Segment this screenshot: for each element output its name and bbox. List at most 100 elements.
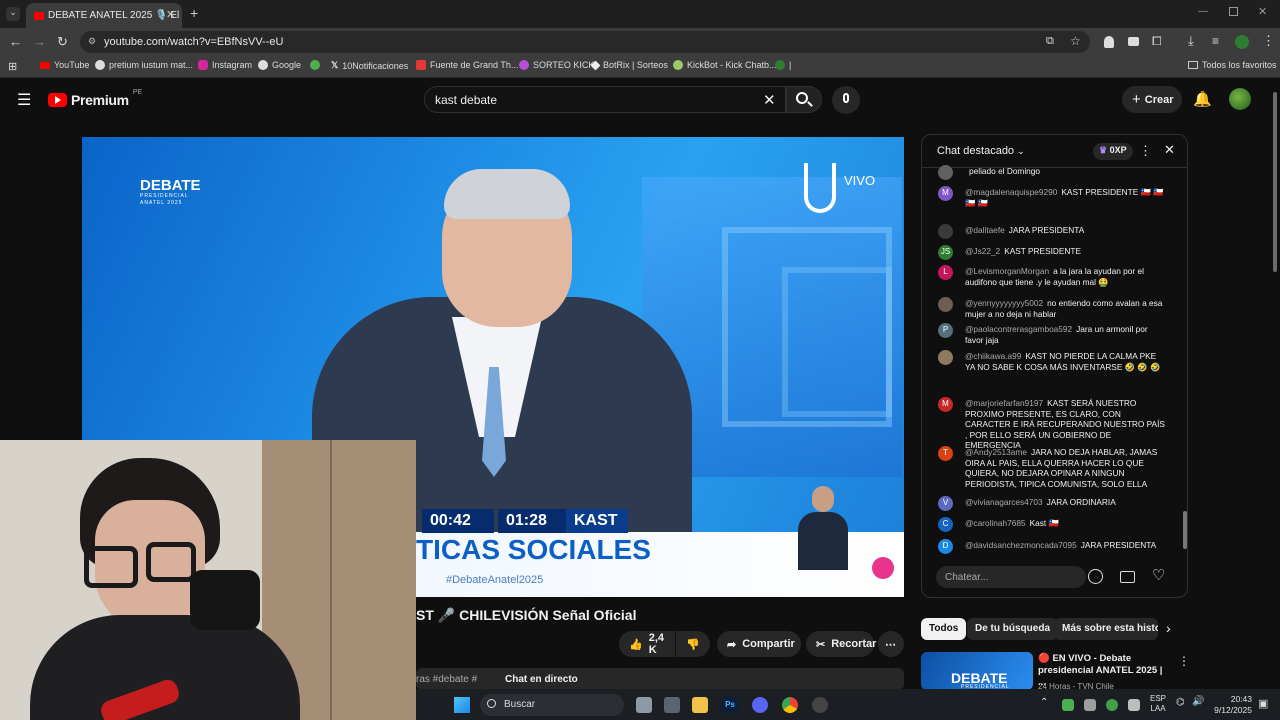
chat-avatar[interactable]	[938, 350, 953, 365]
chat-author[interactable]: @Andy2513ame	[965, 447, 1027, 457]
tab-search-button[interactable]: ⌄	[6, 7, 20, 21]
chat-message[interactable]: D @davidsanchezmoncada7095 JARA PRESIDENTA	[938, 539, 1168, 554]
browser-menu-icon[interactable]: ⋮	[1262, 33, 1275, 49]
chat-avatar[interactable]: M	[938, 397, 953, 412]
chat-avatar[interactable]	[938, 224, 953, 239]
restore-window-icon[interactable]	[1229, 7, 1238, 16]
chat-mode-dropdown[interactable]: Chat destacado ⌄	[937, 145, 1025, 157]
related-video-menu-icon[interactable]: ⋮	[1178, 654, 1190, 668]
apps-grid-icon[interactable]: ⊞	[8, 60, 17, 73]
more-actions-button[interactable]: ⋯	[878, 631, 904, 657]
app-icon[interactable]	[664, 697, 680, 713]
active-tab[interactable]: DEBATE ANATEL 2025 🎙️ El	[26, 3, 182, 28]
chat-message[interactable]: P @paolacontrerasgamboa592 Jara un armonil…	[938, 323, 1168, 345]
taskbar-search[interactable]: Buscar	[480, 694, 624, 716]
back-arrow-icon[interactable]: ←	[9, 34, 22, 49]
discord-icon[interactable]	[752, 697, 768, 713]
chat-avatar[interactable]: D	[938, 539, 953, 554]
clock[interactable]: 20:43 9/12/2025	[1214, 694, 1252, 716]
bookmark-item[interactable]: SORTEO KICK	[519, 60, 594, 70]
related-video-thumbnail[interactable]: DEBATE PRESIDENCIAL	[921, 652, 1033, 690]
tray-icon[interactable]	[1084, 699, 1096, 711]
chat-avatar[interactable]: C	[938, 517, 953, 532]
search-button[interactable]	[786, 86, 822, 113]
live-chat-replay-label[interactable]: Chat en directo	[505, 674, 578, 685]
chat-avatar[interactable]: L	[938, 265, 953, 280]
notification-center-icon[interactable]: ▣	[1258, 697, 1268, 710]
chat-input[interactable]: Chatear...	[936, 566, 1086, 588]
chat-author[interactable]: @yennyyyyyyyy5002	[965, 298, 1043, 308]
app-icon[interactable]	[812, 697, 828, 713]
close-chat-icon[interactable]: ✕	[1164, 142, 1175, 158]
emoji-icon[interactable]	[1088, 569, 1103, 584]
bookmark-item[interactable]: Instagram	[198, 60, 252, 70]
chat-message[interactable]: M @magdalenaquispe9290 KAST PRESIDENTE 🇨🇱 …	[938, 186, 1168, 208]
chat-author[interactable]: @LevismorganMorgan	[965, 266, 1049, 276]
chat-avatar[interactable]	[938, 297, 953, 312]
super-chat-icon[interactable]	[1120, 571, 1135, 583]
chat-author[interactable]: @Js22_2	[965, 246, 1000, 256]
chat-author[interactable]: @dalitaefe	[965, 225, 1005, 235]
volume-icon[interactable]: 🔊	[1192, 696, 1204, 707]
chat-message[interactable]: @chiikawa.a99 KAST NO PIERDE LA CALMA PKE…	[938, 350, 1168, 372]
search-input[interactable]: kast debate ✕	[424, 86, 786, 113]
dislike-button[interactable]: 👎	[676, 631, 710, 657]
close-window-icon[interactable]: ✕	[1258, 5, 1267, 18]
download-icon[interactable]: ⤓	[1188, 33, 1194, 49]
chat-author[interactable]: @carolinah7685	[965, 518, 1026, 528]
bookmark-item[interactable]: |	[775, 60, 791, 70]
chat-message[interactable]: V @vivianagarces4703 JARA ORDINARIA	[938, 496, 1168, 511]
all-bookmarks-folder[interactable]: Todos los favoritos	[1188, 60, 1277, 70]
chips-next-icon[interactable]: ›	[1166, 620, 1171, 636]
chat-message[interactable]: @yennyyyyyyyy5002 no entiendo como avalan…	[938, 297, 1168, 319]
network-icon[interactable]: ⌬	[1176, 697, 1185, 708]
hamburger-menu-icon[interactable]: ☰	[17, 90, 31, 110]
xp-badge[interactable]: ♛ 0XP	[1093, 143, 1133, 160]
task-view-icon[interactable]	[636, 697, 652, 713]
chat-author[interactable]: @davidsanchezmoncada7095	[965, 540, 1077, 550]
new-tab-icon[interactable]: +	[190, 5, 198, 21]
extensions-puzzle-icon[interactable]: ⧠	[1152, 34, 1162, 49]
chrome-icon[interactable]	[782, 697, 798, 713]
chat-message[interactable]: T @Andy2513ame JARA NO DEJA HABLAR, JAMAS …	[938, 446, 1168, 489]
clear-search-icon[interactable]: ✕	[763, 91, 776, 109]
bookmark-item[interactable]: 𝕏 10Notificaciones	[331, 60, 408, 71]
voice-search-button[interactable]	[832, 86, 860, 114]
bookmark-item[interactable]	[310, 60, 320, 70]
chat-message[interactable]: peliado el Domingo	[938, 165, 1168, 180]
chat-message[interactable]: C @carolinah7685 Kast 🇨🇱	[938, 517, 1168, 532]
chat-message[interactable]: L @LevismorganMorgan a la jara la ayudan p…	[938, 265, 1168, 287]
chat-avatar[interactable]	[938, 165, 953, 180]
chat-message[interactable]: M @marjoriefarfan9197 KAST SERÁ NUESTRO PR…	[938, 397, 1168, 451]
page-scrollbar[interactable]	[1272, 82, 1278, 688]
bookmark-item[interactable]: pretium iustum mat...	[95, 60, 193, 70]
chat-author[interactable]: @paolacontrerasgamboa592	[965, 324, 1072, 334]
windows-start-icon[interactable]	[454, 697, 470, 713]
input-language[interactable]: ESP LAA	[1150, 694, 1166, 714]
like-button[interactable]: 👍 2,4 K	[619, 631, 675, 657]
photoshop-icon[interactable]: Ps	[722, 697, 738, 713]
bookmark-item[interactable]: BotRix | Sorteos	[590, 60, 668, 70]
chat-author[interactable]: @marjoriefarfan9197	[965, 398, 1043, 408]
chat-avatar[interactable]: V	[938, 496, 953, 511]
tray-icon[interactable]	[1128, 699, 1140, 711]
reading-list-icon[interactable]: ≡	[1212, 34, 1219, 48]
chat-avatar[interactable]: P	[938, 323, 953, 338]
chat-avatar[interactable]: M	[938, 186, 953, 201]
chat-author[interactable]: @magdalenaquispe9290	[965, 187, 1057, 197]
account-avatar[interactable]	[1229, 88, 1251, 110]
chip-all[interactable]: Todos	[921, 618, 967, 640]
minimize-window-icon[interactable]: —	[1198, 6, 1208, 17]
tray-icon[interactable]	[1062, 699, 1074, 711]
tray-icon[interactable]	[1106, 699, 1118, 711]
site-info-icon[interactable]: ⚙	[88, 36, 96, 47]
notifications-bell-icon[interactable]: 🔔	[1193, 90, 1212, 108]
profile-avatar[interactable]	[1235, 35, 1249, 49]
description-strip[interactable]: ras #debate #	[416, 668, 904, 690]
chat-author[interactable]: @vivianagarces4703	[965, 497, 1043, 507]
close-tab-icon[interactable]: ✕	[166, 8, 175, 21]
chat-avatar[interactable]: JS	[938, 245, 953, 260]
bookmark-item[interactable]: Google	[258, 60, 301, 70]
forward-arrow-icon[interactable]: →	[33, 34, 46, 49]
chat-message[interactable]: JS @Js22_2 KAST PRESIDENTE	[938, 245, 1168, 260]
